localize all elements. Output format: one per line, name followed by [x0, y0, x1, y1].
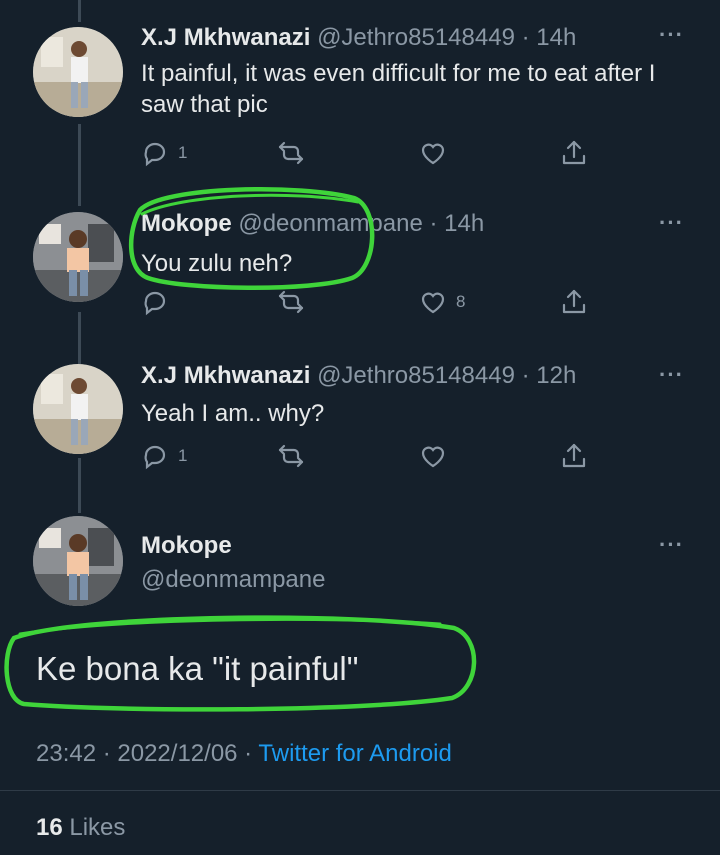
divider: [0, 790, 720, 791]
tweet-text: Ke bona ka "it painful": [36, 650, 359, 687]
more-icon[interactable]: ···: [659, 362, 684, 388]
tweet-actions: 1: [141, 139, 601, 175]
timestamp[interactable]: 14h: [536, 24, 576, 51]
separator: ·: [96, 740, 118, 767]
tweet-text: You zulu neh?: [141, 250, 293, 277]
tweet[interactable]: X.J Mkhwanazi @Jethro85148449 · 12h ··· …: [0, 350, 720, 500]
user-handle[interactable]: @Jethro85148449: [317, 24, 515, 51]
tweet-header: Mokope @deonmampane · 14h: [141, 210, 484, 238]
retweet-icon: [278, 290, 304, 314]
share-button[interactable]: [560, 442, 588, 470]
likes-stat[interactable]: 16 Likes: [36, 814, 125, 842]
tweet-header: X.J Mkhwanazi @Jethro85148449 · 14h: [141, 24, 576, 52]
reply-icon: [144, 142, 166, 167]
retweet-icon: [278, 141, 304, 165]
reply-button[interactable]: 1: [141, 139, 187, 167]
likes-count: 16: [36, 814, 63, 841]
share-icon: [562, 443, 586, 468]
display-name[interactable]: X.J Mkhwanazi: [141, 362, 310, 389]
tweet-header: X.J Mkhwanazi @Jethro85148449 · 12h: [141, 362, 576, 390]
heart-icon: [421, 292, 445, 314]
display-name[interactable]: Mokope: [141, 532, 232, 560]
retweet-button[interactable]: [277, 442, 305, 470]
display-name[interactable]: X.J Mkhwanazi: [141, 24, 310, 51]
like-button[interactable]: 8: [419, 288, 465, 316]
tweet[interactable]: X.J Mkhwanazi @Jethro85148449 · 14h ··· …: [0, 0, 720, 200]
more-icon[interactable]: ···: [659, 22, 684, 48]
display-name[interactable]: Mokope: [141, 210, 232, 237]
more-icon[interactable]: ···: [659, 210, 684, 236]
likes-label: Likes: [69, 814, 126, 841]
main-tweet[interactable]: Mokope @deonmampane ··· Ke bona ka "it p…: [0, 500, 720, 855]
like-count: 8: [456, 292, 466, 311]
timestamp[interactable]: 14h: [444, 210, 484, 237]
like-button[interactable]: [419, 442, 447, 470]
avatar[interactable]: [33, 27, 123, 117]
avatar[interactable]: [33, 364, 123, 454]
user-handle[interactable]: @deonmampane: [238, 210, 422, 237]
reply-count: 1: [178, 446, 188, 465]
timestamp[interactable]: 12h: [536, 362, 576, 389]
retweet-button[interactable]: [277, 288, 305, 316]
avatar[interactable]: [33, 212, 123, 302]
tweet-time[interactable]: 23:42: [36, 740, 96, 767]
share-icon: [562, 289, 586, 314]
tweet-actions: 8: [141, 288, 601, 324]
separator: ·: [422, 210, 445, 237]
reply-button[interactable]: 1: [141, 442, 187, 470]
heart-icon: [421, 446, 445, 468]
separator: ·: [237, 740, 259, 767]
tweet-text: Yeah I am.. why?: [141, 400, 325, 427]
source-link[interactable]: Twitter for Android: [258, 740, 451, 767]
user-handle[interactable]: @Jethro85148449: [317, 362, 515, 389]
retweet-button[interactable]: [277, 139, 305, 167]
retweet-icon: [278, 444, 304, 468]
share-button[interactable]: [560, 139, 588, 167]
user-handle[interactable]: @deonmampane: [141, 566, 325, 594]
heart-icon: [421, 143, 445, 165]
reply-count: 1: [178, 143, 188, 162]
share-button[interactable]: [560, 288, 588, 316]
tweet-metadata: 23:42 · 2022/12/06 · Twitter for Android: [36, 740, 452, 768]
separator: ·: [514, 362, 537, 389]
tweet-date[interactable]: 2022/12/06: [117, 740, 237, 767]
reply-icon: [144, 445, 166, 470]
reply-icon: [144, 291, 166, 316]
separator: ·: [514, 24, 537, 51]
tweet-actions: 1: [141, 442, 601, 478]
more-icon[interactable]: ···: [659, 532, 684, 558]
like-button[interactable]: [419, 139, 447, 167]
tweet-text: It painful, it was even difficult for me…: [141, 60, 656, 118]
avatar[interactable]: [33, 516, 123, 606]
share-icon: [562, 140, 586, 165]
tweet[interactable]: Mokope @deonmampane · 14h ··· You zulu n…: [0, 187, 720, 350]
reply-button[interactable]: [141, 288, 178, 316]
